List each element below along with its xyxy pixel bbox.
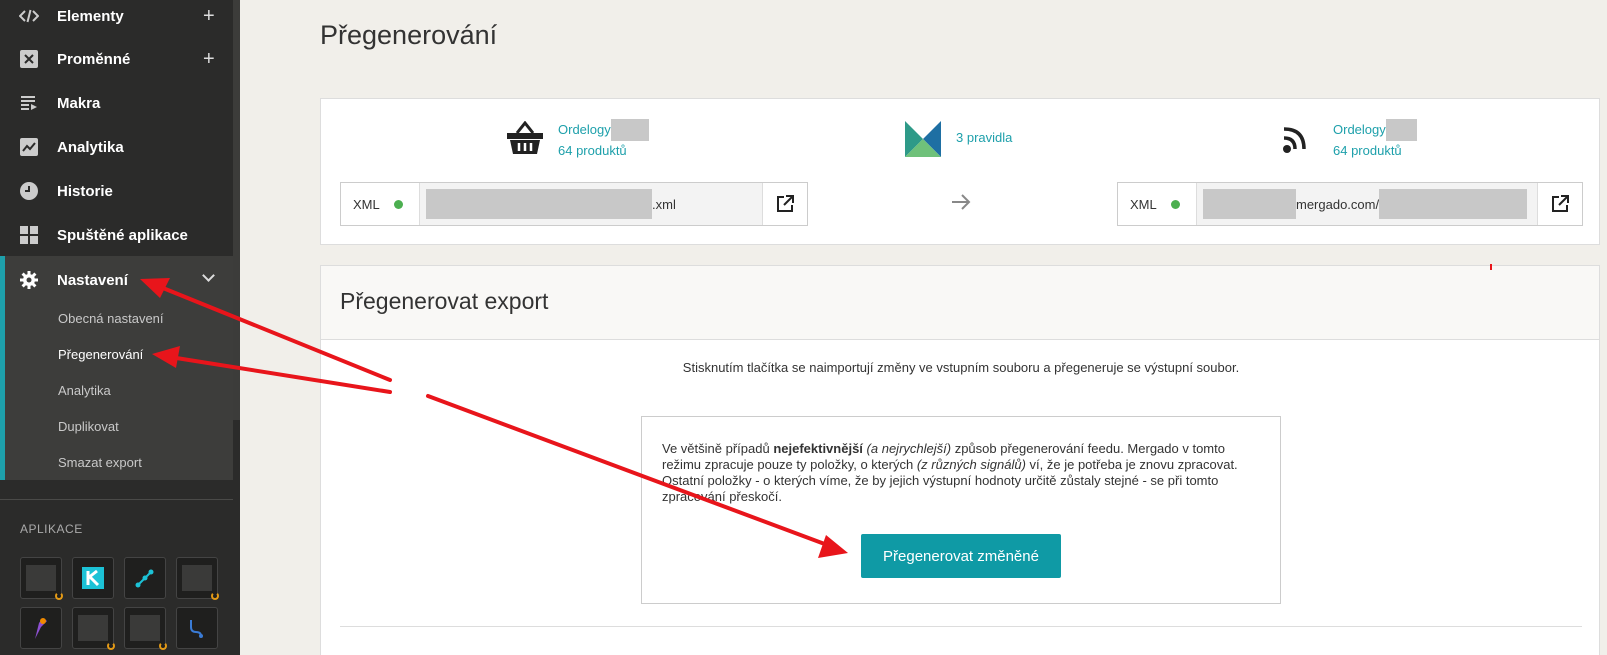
app-tile[interactable]	[124, 607, 167, 650]
external-link-icon	[1552, 195, 1569, 212]
sidebar-subitem-analytika[interactable]: Analytika	[58, 383, 111, 398]
status-dot-icon	[393, 199, 403, 209]
sidebar-subitem-smazat-export[interactable]: Smazat export	[58, 455, 142, 470]
sidebar-item-analytika[interactable]: Analytika	[0, 125, 233, 169]
sidebar-item-promenne[interactable]: Proměnné +	[0, 37, 233, 81]
source-feed-link[interactable]: Ordelogy	[558, 122, 611, 137]
status-dot-icon	[1170, 199, 1180, 209]
regenerate-card: Přegenerovat export Stisknutím tlačítka …	[320, 265, 1600, 655]
info-box: Ve většině případů nejefektivnější (a ne…	[641, 416, 1281, 604]
plus-icon[interactable]: +	[203, 5, 215, 28]
source-url-input[interactable]: .xml	[419, 183, 763, 225]
sidebar-item-label: Spuštěné aplikace	[57, 226, 188, 244]
chevron-down-icon	[202, 269, 215, 282]
xml-tag: XML	[1130, 196, 1157, 212]
sidebar-scrollbar[interactable]	[233, 0, 240, 420]
k-logo-icon	[82, 567, 104, 589]
app-status-icon	[159, 642, 167, 650]
card-header: Přegenerovat export	[321, 266, 1599, 340]
divider	[340, 626, 1582, 627]
apps-section-title: APLIKACE	[20, 522, 83, 536]
sidebar-divider	[0, 499, 233, 500]
xml-tag: XML	[353, 196, 380, 212]
app-tile[interactable]	[20, 557, 63, 600]
sidebar-item-nastaveni[interactable]: Nastavení	[0, 258, 233, 302]
bird-icon	[35, 618, 47, 639]
code-icon	[19, 6, 39, 26]
app-status-icon	[211, 592, 219, 600]
app-tile[interactable]	[176, 557, 219, 600]
app-status-icon	[55, 592, 63, 600]
sidebar-item-label: Makra	[57, 94, 101, 112]
rules-link[interactable]: 3 pravidla	[956, 130, 1012, 145]
basket-icon	[507, 120, 543, 160]
app-tile[interactable]	[176, 607, 218, 649]
arrow-right-icon	[951, 194, 971, 215]
open-external-button[interactable]	[1538, 183, 1582, 225]
sidebar-item-elementy[interactable]: Elementy +	[0, 0, 233, 38]
redacted-text	[610, 119, 649, 141]
sidebar-subitem-obecna-nastaveni[interactable]: Obecná nastavení	[58, 311, 164, 326]
sidebar-item-label: Nastavení	[57, 271, 128, 289]
sidebar-subitem-pregenerovani[interactable]: Přegenerování	[58, 347, 143, 362]
app-tile[interactable]	[124, 557, 166, 599]
mergado-logo-icon	[905, 121, 941, 162]
nodes-icon	[135, 569, 154, 588]
source-xml-field: XML .xml	[340, 182, 808, 226]
output-url-input[interactable]: mergado.com/	[1196, 183, 1538, 225]
sidebar-subitem-duplikovat[interactable]: Duplikovat	[58, 419, 119, 434]
stethoscope-icon	[190, 620, 203, 638]
source-product-count[interactable]: 64 produktů	[558, 141, 649, 161]
output-product-count[interactable]: 64 produktů	[1333, 141, 1417, 161]
sidebar-item-label: Analytika	[57, 138, 124, 156]
grid-icon	[19, 225, 39, 245]
plus-icon[interactable]: +	[203, 48, 215, 71]
list-icon	[19, 93, 39, 113]
redacted-text	[1379, 189, 1528, 219]
app-tile[interactable]	[20, 607, 62, 649]
sidebar: Elementy + Proměnné + Makra Analytika Hi…	[0, 0, 240, 655]
open-external-button[interactable]	[763, 183, 807, 225]
sidebar-item-makra[interactable]: Makra	[0, 81, 233, 125]
page-title: Přegenerování	[320, 20, 498, 50]
sidebar-item-label: Elementy	[57, 7, 124, 25]
sidebar-item-label: Historie	[57, 182, 113, 200]
regenerate-changed-button[interactable]: Přegenerovat změněné	[861, 534, 1061, 578]
chart-icon	[19, 137, 39, 157]
rss-icon	[1282, 121, 1312, 160]
output-feed-link[interactable]: Ordelogy	[1333, 122, 1386, 137]
info-text: Ve většině případů nejefektivnější (a ne…	[662, 441, 1238, 504]
redacted-text	[1385, 119, 1417, 141]
external-link-icon	[777, 195, 794, 212]
redacted-text	[1203, 189, 1296, 219]
output-xml-field: XML mergado.com/	[1117, 182, 1583, 226]
gear-icon	[19, 270, 39, 290]
variable-icon	[19, 49, 39, 69]
redacted-text	[426, 189, 652, 219]
feed-overview-card: Ordelogy 64 produktů XML .xml 3 pravidla…	[320, 98, 1600, 245]
intro-text: Stisknutím tlačítka se naimportují změny…	[682, 360, 1240, 375]
sidebar-item-spustene-aplikace[interactable]: Spuštěné aplikace	[0, 213, 233, 257]
sidebar-item-label: Proměnné	[57, 50, 131, 68]
app-tile[interactable]	[72, 607, 115, 650]
app-tile[interactable]	[72, 557, 114, 599]
section-title: Přegenerovat export	[340, 288, 549, 314]
app-status-icon	[107, 642, 115, 650]
sidebar-item-historie[interactable]: Historie	[0, 169, 233, 213]
clock-icon	[19, 181, 39, 201]
